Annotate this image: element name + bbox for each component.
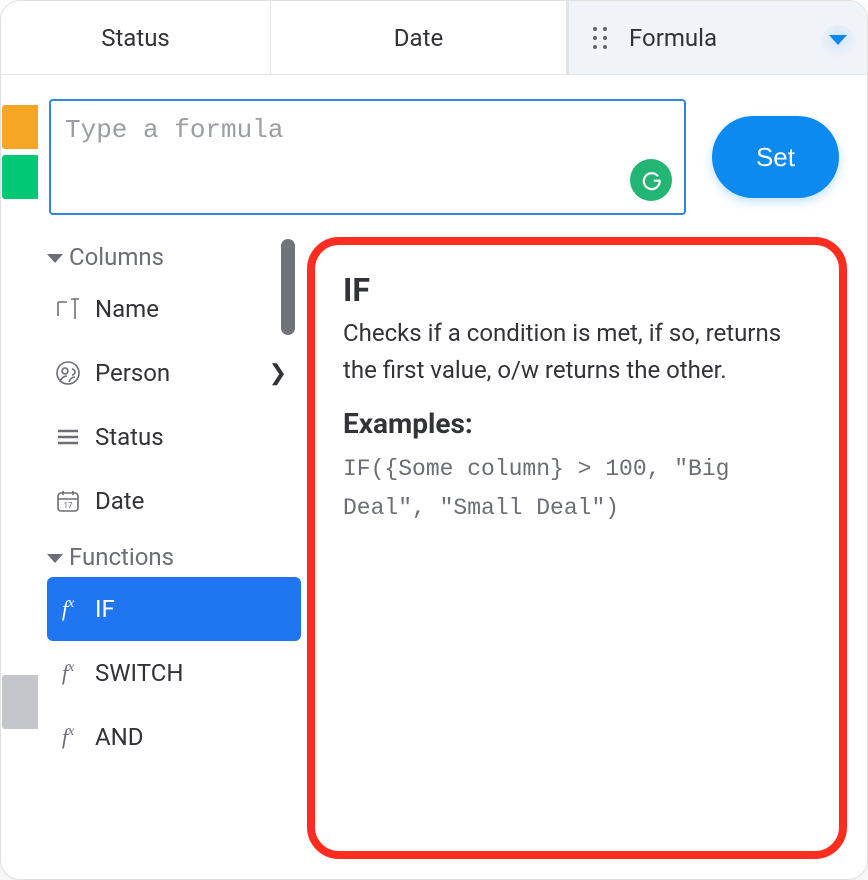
formula-helper-panel: Columns Name Person ❯ Status — [1, 233, 867, 879]
status-column-icon — [53, 424, 83, 450]
dropdown-caret-icon[interactable] — [829, 35, 847, 45]
formula-input-bar: Type a formula Set — [1, 75, 867, 233]
collapse-caret-icon — [47, 254, 63, 263]
set-button[interactable]: Set — [712, 116, 839, 198]
column-header-formula[interactable]: Formula — [567, 1, 867, 75]
column-item-status[interactable]: Status — [47, 405, 301, 469]
group-header-label: Functions — [69, 543, 174, 571]
row-color-tab — [2, 105, 38, 149]
list-item-label: Name — [95, 295, 159, 323]
list-item-label: Status — [95, 423, 164, 451]
fx-icon: fx — [53, 596, 83, 622]
column-header-label: Status — [101, 24, 170, 52]
function-item-switch[interactable]: fx SWITCH — [47, 641, 301, 705]
collapse-caret-icon — [47, 554, 63, 563]
list-item-label: IF — [95, 595, 115, 623]
column-header-date[interactable]: Date — [271, 1, 567, 75]
person-column-icon — [53, 360, 83, 386]
formula-input[interactable]: Type a formula — [49, 99, 686, 215]
date-column-icon: 17 — [53, 488, 83, 514]
doc-description: Checks if a condition is met, if so, ret… — [343, 315, 815, 389]
formula-editor-window: Status Date Formula — [0, 0, 868, 880]
column-header-label: Date — [394, 24, 443, 52]
function-item-if[interactable]: fx IF — [47, 577, 301, 641]
svg-text:17: 17 — [64, 501, 73, 510]
doc-examples-heading: Examples: — [343, 407, 815, 440]
row-color-tab — [2, 155, 38, 199]
chevron-right-icon: ❯ — [269, 361, 287, 386]
set-button-label: Set — [756, 142, 795, 172]
list-item-label: AND — [95, 723, 144, 751]
fx-icon: fx — [53, 724, 83, 750]
list-item-label: Date — [95, 487, 144, 515]
group-header-columns[interactable]: Columns — [47, 233, 301, 277]
doc-title: IF — [343, 271, 815, 309]
doc-example-code: IF({Some column} > 100, "Big Deal", "Sma… — [343, 450, 815, 528]
column-item-name[interactable]: Name — [47, 277, 301, 341]
column-header-row: Status Date Formula — [1, 1, 867, 75]
group-header-label: Columns — [69, 243, 164, 271]
grammarly-icon[interactable] — [630, 159, 672, 201]
group-header-functions[interactable]: Functions — [47, 533, 301, 577]
column-header-status[interactable]: Status — [1, 1, 271, 75]
column-header-label: Formula — [629, 24, 819, 52]
column-item-date[interactable]: 17 Date — [47, 469, 301, 533]
list-item-label: SWITCH — [95, 659, 183, 687]
column-item-person[interactable]: Person ❯ — [47, 341, 301, 405]
scrollbar-thumb[interactable] — [281, 239, 295, 335]
fx-icon: fx — [53, 660, 83, 686]
formula-helper-sidebar: Columns Name Person ❯ Status — [1, 233, 301, 879]
list-item-label: Person — [95, 359, 170, 387]
function-doc-panel: IF Checks if a condition is met, if so, … — [307, 237, 847, 859]
drag-handle-icon[interactable] — [581, 25, 619, 51]
formula-input-placeholder: Type a formula — [65, 115, 283, 145]
function-item-and[interactable]: fx AND — [47, 705, 301, 769]
text-column-icon — [53, 296, 83, 322]
